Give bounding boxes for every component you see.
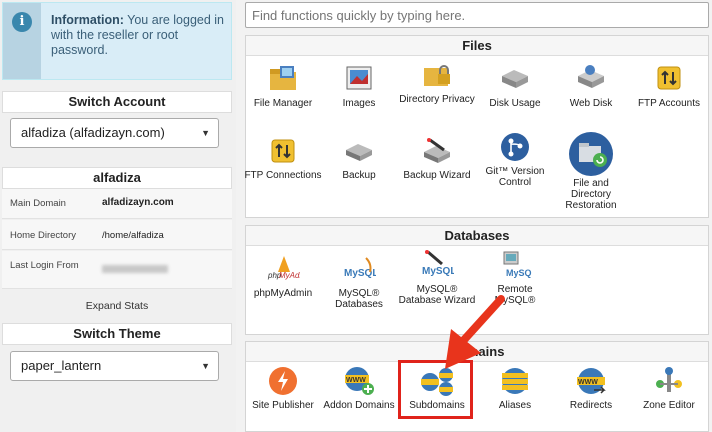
restoration-tile[interactable]: File and Directory Restoration xyxy=(552,132,630,211)
databases-group-title: Databases xyxy=(246,226,708,246)
mysql-databases-label: MySQL® Databases xyxy=(335,288,383,310)
switch-theme-value: paper_lantern xyxy=(21,358,102,373)
redirects-tile[interactable]: WWW Redirects xyxy=(552,366,630,411)
account-key: Last Login From xyxy=(10,260,79,271)
svg-text:MySQL: MySQL xyxy=(422,266,454,277)
switch-theme-select[interactable]: paper_lantern ▼ xyxy=(10,351,219,381)
backup-tile[interactable]: Backup xyxy=(320,136,398,181)
account-value: /home/alfadiza xyxy=(102,230,164,241)
file-manager-tile[interactable]: File Manager xyxy=(244,64,322,109)
disk-usage-tile[interactable]: Disk Usage xyxy=(476,64,554,109)
chevron-down-icon: ▼ xyxy=(201,128,210,138)
remote-mysql-icon: MySQL xyxy=(498,250,538,280)
account-row-main-domain: Main Domain alfadizayn.com xyxy=(2,189,232,219)
site-publisher-tile[interactable]: Site Publisher xyxy=(244,366,322,411)
addon-domains-tile[interactable]: WWW Addon Domains xyxy=(320,366,398,411)
backup-wizard-tile[interactable]: Backup Wizard xyxy=(398,136,476,181)
file-manager-label: File Manager xyxy=(253,98,313,109)
ftp-accounts-tile[interactable]: FTP Accounts xyxy=(630,64,708,109)
switch-account-title: Switch Account xyxy=(2,91,232,113)
account-value-redacted xyxy=(102,265,168,276)
backup-wizard-icon xyxy=(420,136,454,166)
restoration-label: File and Directory Restoration xyxy=(565,178,617,211)
web-disk-label: Web Disk xyxy=(569,98,613,109)
git-icon xyxy=(498,132,532,162)
info-alert: i Information: You are logged in with th… xyxy=(2,2,232,80)
restoration-icon xyxy=(567,132,615,176)
images-tile[interactable]: Images xyxy=(320,64,398,109)
account-row-last-login: Last Login From xyxy=(2,251,232,289)
mysql-wizard-icon: MySQL xyxy=(420,250,456,280)
zone-editor-label: Zone Editor xyxy=(643,400,695,411)
svg-text:WWW: WWW xyxy=(346,377,366,384)
directory-privacy-tile[interactable]: Directory Privacy xyxy=(398,60,476,105)
ftp-connections-label: FTP Connections xyxy=(244,170,322,181)
chevron-down-icon: ▼ xyxy=(201,361,210,371)
files-group: Files File Manager Images Directory Priv… xyxy=(244,35,709,218)
search-input[interactable] xyxy=(245,2,709,28)
switch-account-value: alfadiza (alfadizayn.com) xyxy=(21,125,165,140)
redirects-label: Redirects xyxy=(569,400,613,411)
backup-wizard-label: Backup Wizard xyxy=(403,170,471,181)
images-icon xyxy=(342,64,376,94)
zone-editor-tile[interactable]: Zone Editor xyxy=(630,366,708,411)
info-label: Information: xyxy=(51,13,124,27)
files-group-title: Files xyxy=(246,36,708,56)
account-value: alfadizayn.com xyxy=(102,197,174,208)
switch-account-select[interactable]: alfadiza (alfadizayn.com) ▼ xyxy=(10,118,219,148)
site-publisher-label: Site Publisher xyxy=(252,400,314,411)
ftp-accounts-label: FTP Accounts xyxy=(637,98,701,109)
zone-editor-icon xyxy=(652,366,686,396)
ftp-accounts-icon xyxy=(652,64,686,94)
git-label: Git™ Version Control xyxy=(485,166,545,188)
svg-text:WWW: WWW xyxy=(578,379,598,386)
site-publisher-icon xyxy=(266,366,300,396)
phpmyadmin-tile[interactable]: phpMyAdmin phpMyAdmin xyxy=(244,254,322,299)
ftp-connections-tile[interactable]: FTP Connections xyxy=(244,136,322,181)
account-row-home-directory: Home Directory /home/alfadiza xyxy=(2,220,232,250)
disk-usage-icon xyxy=(498,64,532,94)
left-sidebar: i Information: You are logged in with th… xyxy=(0,0,236,432)
mysql-databases-icon: MySQL xyxy=(342,254,378,284)
images-label: Images xyxy=(342,98,376,109)
addon-domains-label: Addon Domains xyxy=(323,400,395,411)
info-message: Information: You are logged in with the … xyxy=(51,13,229,58)
pointer-arrow-icon xyxy=(445,295,505,369)
disk-usage-label: Disk Usage xyxy=(489,98,541,109)
web-disk-tile[interactable]: Web Disk xyxy=(552,64,630,109)
redirects-icon: WWW xyxy=(574,366,608,396)
phpmyadmin-icon: phpMyAdmin xyxy=(266,254,313,284)
svg-text:MySQL: MySQL xyxy=(506,268,532,278)
switch-theme-title: Switch Theme xyxy=(2,323,232,345)
directory-privacy-icon xyxy=(420,60,454,90)
mysql-databases-tile[interactable]: MySQL MySQL® Databases xyxy=(320,254,398,310)
git-tile[interactable]: Git™ Version Control xyxy=(476,132,554,188)
account-key: Home Directory xyxy=(10,230,76,241)
expand-stats-link[interactable]: Expand Stats xyxy=(2,300,232,312)
info-icon: i xyxy=(12,12,32,32)
backup-label: Backup xyxy=(342,170,376,181)
ftp-connections-icon xyxy=(266,136,300,166)
web-disk-icon xyxy=(574,64,608,94)
main-content: Files File Manager Images Directory Priv… xyxy=(243,0,712,432)
backup-icon xyxy=(342,136,376,166)
svg-text:MyAdmin: MyAdmin xyxy=(279,271,300,280)
file-manager-icon xyxy=(266,64,300,94)
aliases-label: Aliases xyxy=(498,400,532,411)
account-name-title: alfadiza xyxy=(2,167,232,189)
phpmyadmin-label: phpMyAdmin xyxy=(253,288,313,299)
directory-privacy-label: Directory Privacy xyxy=(399,94,475,105)
addon-domains-icon: WWW xyxy=(342,366,376,396)
account-key: Main Domain xyxy=(10,198,66,209)
